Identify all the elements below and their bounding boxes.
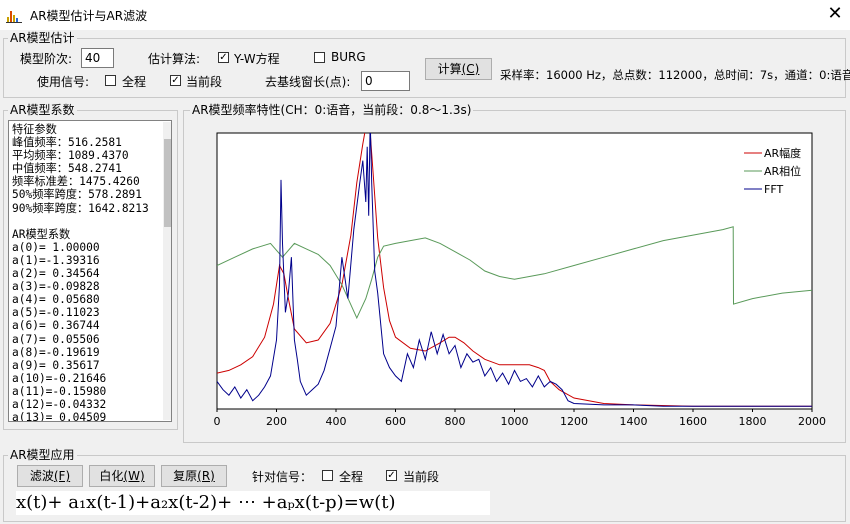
current-segment-checkbox[interactable]: ✓: [170, 75, 181, 86]
coefficient-line: a(4)= 0.05680: [12, 293, 100, 307]
x-tick-label: 2000: [798, 415, 826, 428]
current-segment-label: 当前段: [186, 75, 223, 89]
frequency-chart: 0 200 400 600 800 1000 1200 1400 1600 1800 2000 AR幅…: [214, 132, 826, 428]
baseline-label: 去基线窗长(点):: [265, 75, 351, 89]
coefficient-line: a(6)= 0.36744: [12, 319, 100, 333]
window-title: AR模型估计与AR滤波: [30, 9, 148, 23]
yw-checkbox[interactable]: ✓: [218, 52, 229, 63]
algorithm-label: 估计算法:: [148, 52, 201, 66]
coefficient-line: 50%频率跨度：578.2891: [12, 188, 143, 202]
x-tick-label: 800: [445, 415, 466, 428]
coefficients-text: 特征参数 峰值频率：516.2581 平均频率：1089.4370 中值频率：548.…: [12, 123, 149, 422]
ar-formula: x(t)+ a₁x(t-1)+a₂x(t-2)+ ⋯ +aₚx(t-p)=w(t…: [16, 491, 490, 515]
x-tick-label: 1600: [679, 415, 707, 428]
coefficient-line: a(3)=-0.09828: [12, 280, 100, 294]
coefficients-group-label: AR模型系数: [8, 103, 77, 117]
x-tick-label: 1000: [501, 415, 529, 428]
coefficient-line: 90%频率跨度：1642.8213: [12, 201, 149, 215]
coefficient-line: 峰值频率：516.2581: [12, 136, 122, 150]
coefficient-line: 特征参数: [12, 123, 57, 136]
legend-label: FFT: [764, 183, 783, 196]
x-tick-label: 1400: [620, 415, 648, 428]
baseline-input[interactable]: [361, 71, 410, 91]
restore-button-shortcut: (R): [197, 469, 215, 483]
coefficients-listbox[interactable]: 特征参数 峰值频率：516.2581 平均频率：1089.4370 中值频率：548.…: [8, 120, 172, 422]
all-signal-label: 全程: [122, 75, 147, 89]
coefficient-line: a(13)= 0.04509: [12, 411, 107, 422]
target-signal-label: 针对信号：: [252, 470, 313, 484]
coefficient-line: a(5)=-0.11023: [12, 306, 100, 320]
coefficient-line: [12, 215, 149, 228]
x-tick-label: 200: [266, 415, 287, 428]
coefficient-line: a(7)= 0.05506: [12, 332, 100, 346]
application-group-label: AR模型应用: [8, 448, 77, 462]
coefficients-scroll-thumb[interactable]: [164, 139, 171, 227]
coefficient-line: a(1)=-1.39316: [12, 253, 100, 267]
coefficient-line: a(9)= 0.35617: [12, 358, 100, 372]
sampling-info: 采样率：16000 Hz，总点数：112000，总时间：7s，通道：0:语音: [500, 68, 850, 82]
coefficient-line: a(11)=-0.15980: [12, 384, 107, 398]
compute-button-shortcut: (C): [461, 62, 480, 76]
x-tick-label: 0: [214, 415, 221, 428]
filter-button-label: 滤波: [29, 469, 54, 483]
x-tick-label: 1200: [560, 415, 588, 428]
whiten-button[interactable]: 白化(W): [89, 465, 155, 487]
order-input[interactable]: [81, 48, 114, 68]
coefficient-line: 平均频率：1089.4370: [12, 149, 129, 163]
close-icon: ✕: [827, 3, 843, 24]
order-label: 模型阶次:: [20, 52, 73, 66]
coefficient-line: a(8)=-0.19619: [12, 345, 100, 359]
restore-button[interactable]: 复原(R): [161, 465, 227, 487]
apply-all-checkbox[interactable]: [322, 470, 333, 481]
x-tick-label: 400: [326, 415, 347, 428]
app-chart-icon: [6, 11, 22, 23]
frequency-chart-group-label: AR模型频率特性(CH：0:语音，当前段：0.8～1.3s): [190, 103, 474, 117]
apply-current-checkbox[interactable]: ✓: [386, 470, 397, 481]
compute-button[interactable]: 计算(C): [425, 58, 492, 80]
legend-label: AR相位: [764, 164, 801, 178]
legend-label: AR幅度: [764, 146, 801, 160]
signal-label: 使用信号:: [37, 75, 90, 89]
whiten-button-label: 白化: [99, 469, 124, 483]
filter-button[interactable]: 滤波(F): [17, 465, 83, 487]
coefficient-line: AR模型系数: [12, 227, 71, 241]
coefficient-line: 中值频率：548.2741: [12, 162, 122, 176]
x-tick-label: 600: [385, 415, 406, 428]
apply-all-label: 全程: [339, 470, 364, 484]
plot-area: [216, 132, 813, 410]
apply-current-label: 当前段: [403, 470, 440, 484]
x-tick-label: 1800: [739, 415, 767, 428]
coefficient-line: 频率标准差：1475.4260: [12, 175, 140, 189]
restore-button-label: 复原: [173, 469, 198, 483]
all-signal-checkbox[interactable]: [105, 75, 116, 86]
burg-label: BURG: [331, 50, 366, 64]
compute-button-label: 计算: [437, 62, 462, 76]
close-button[interactable]: ✕: [822, 2, 848, 26]
coefficient-line: a(0)= 1.00000: [12, 240, 100, 254]
filter-button-shortcut: (F): [53, 469, 71, 483]
whiten-button-shortcut: (W): [123, 469, 145, 483]
title-bar: AR模型估计与AR滤波 ✕: [0, 0, 850, 30]
burg-checkbox[interactable]: [314, 52, 325, 63]
coefficient-line: a(10)=-0.21646: [12, 371, 107, 385]
estimation-group-label: AR模型估计: [8, 31, 77, 45]
yw-label: Y-W方程: [234, 52, 280, 66]
coefficient-line: a(12)=-0.04332: [12, 397, 107, 411]
coefficient-line: a(2)= 0.34564: [12, 267, 100, 281]
